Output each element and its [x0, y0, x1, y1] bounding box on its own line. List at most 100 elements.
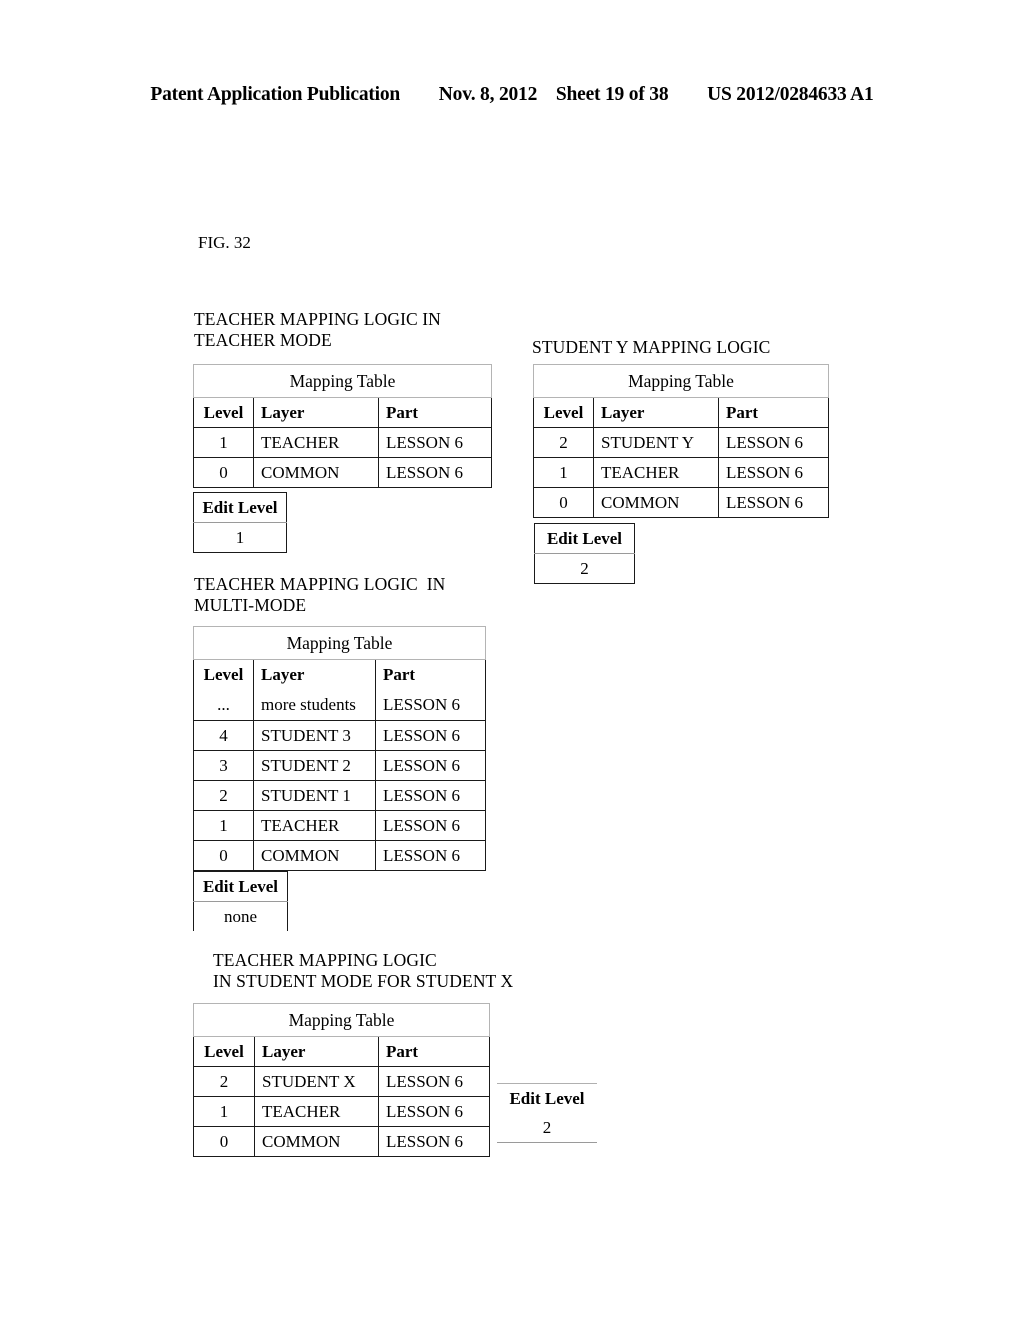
- edit-level-label: Edit Level: [193, 871, 288, 902]
- caption-teacher-mapping-logic-student-mode-student-x: TEACHER MAPPING LOGIC IN STUDENT MODE FO…: [213, 950, 514, 991]
- cell-part: LESSON 6: [375, 750, 486, 781]
- edit-level-value-row: none: [193, 901, 288, 931]
- edit-level-value: 2: [497, 1113, 597, 1143]
- cell-part: LESSON 6: [375, 720, 486, 751]
- cell-layer: STUDENT X: [254, 1066, 379, 1097]
- column-header-part: Part: [375, 659, 486, 690]
- mapping-table-title: Mapping Table: [193, 626, 486, 660]
- edit-level-box-multi-mode: Edit Level none: [193, 871, 288, 931]
- cell-part: LESSON 6: [375, 840, 486, 871]
- table-title-row: Mapping Table: [193, 1003, 490, 1037]
- table-header-row: Level Layer Part: [193, 659, 486, 690]
- cell-level: 0: [193, 457, 254, 488]
- cell-part: LESSON 6: [378, 427, 492, 458]
- cell-part: LESSON 6: [378, 457, 492, 488]
- caption-student-y-mapping-logic: STUDENT Y MAPPING LOGIC: [532, 337, 771, 357]
- cell-part: LESSON 6: [378, 1126, 490, 1157]
- column-header-layer: Layer: [253, 659, 376, 690]
- edit-level-box-student-x: Edit Level 2: [497, 1083, 597, 1143]
- column-header-layer: Layer: [254, 1036, 379, 1067]
- edit-level-label: Edit Level: [497, 1083, 597, 1113]
- cell-level: 1: [533, 457, 594, 488]
- edit-level-title-row: Edit Level: [193, 871, 288, 902]
- cell-part: LESSON 6: [375, 690, 486, 721]
- edit-level-value-row: 2: [534, 553, 635, 584]
- edit-level-value: 2: [534, 553, 635, 584]
- cell-level: 0: [533, 487, 594, 518]
- mapping-table-teacher-mode: Mapping Table Level Layer Part 1 TEACHER…: [193, 364, 492, 488]
- table-row: 0 COMMON LESSON 6: [193, 840, 486, 871]
- table-row: 3 STUDENT 2 LESSON 6: [193, 750, 486, 781]
- cell-level: 4: [193, 720, 254, 751]
- cell-layer: STUDENT 2: [253, 750, 376, 781]
- table-row: 2 STUDENT 1 LESSON 6: [193, 780, 486, 811]
- header-patent-number: US 2012/0284633 A1: [707, 84, 874, 105]
- cell-layer: COMMON: [253, 457, 379, 488]
- mapping-table-student-x: Mapping Table Level Layer Part 2 STUDENT…: [193, 1003, 490, 1157]
- table-row: 1 TEACHER LESSON 6: [193, 810, 486, 841]
- table-header-row: Level Layer Part: [193, 397, 492, 428]
- cell-part: LESSON 6: [375, 810, 486, 841]
- cell-level: 1: [193, 810, 254, 841]
- table-header-row: Level Layer Part: [193, 1036, 490, 1067]
- cell-part: LESSON 6: [375, 780, 486, 811]
- cell-layer: TEACHER: [593, 457, 719, 488]
- cell-layer: COMMON: [254, 1126, 379, 1157]
- edit-level-title-row: Edit Level: [497, 1083, 597, 1113]
- cell-layer: TEACHER: [254, 1096, 379, 1127]
- cell-part: LESSON 6: [718, 427, 829, 458]
- mapping-table-student-y: Mapping Table Level Layer Part 2 STUDENT…: [533, 364, 829, 518]
- column-header-part: Part: [378, 1036, 490, 1067]
- table-row: 0 COMMON LESSON 6: [193, 457, 492, 488]
- header-publication: Patent Application Publication: [150, 84, 401, 105]
- edit-level-value: 1: [193, 522, 287, 553]
- cell-level: ...: [193, 690, 254, 721]
- cell-layer: TEACHER: [253, 427, 379, 458]
- cell-layer: more students: [253, 690, 376, 721]
- table-row: 2 STUDENT Y LESSON 6: [533, 427, 829, 458]
- mapping-table-multi-mode: Mapping Table Level Layer Part ... more …: [193, 626, 486, 871]
- edit-level-value: none: [193, 901, 288, 931]
- edit-level-value-row: 2: [497, 1113, 597, 1143]
- table-row: 1 TEACHER LESSON 6: [193, 1096, 490, 1127]
- table-row: 1 TEACHER LESSON 6: [193, 427, 492, 458]
- table-row: 2 STUDENT X LESSON 6: [193, 1066, 490, 1097]
- caption-teacher-mapping-logic-multi-mode: TEACHER MAPPING LOGIC IN MULTI-MODE: [194, 574, 446, 615]
- table-title-row: Mapping Table: [193, 364, 492, 398]
- cell-layer: STUDENT 1: [253, 780, 376, 811]
- edit-level-value-row: 1: [193, 522, 287, 553]
- cell-level: 1: [193, 427, 254, 458]
- caption-teacher-mapping-logic-teacher-mode: TEACHER MAPPING LOGIC IN TEACHER MODE: [194, 309, 441, 350]
- table-header-row: Level Layer Part: [533, 397, 829, 428]
- table-row: ... more students LESSON 6: [193, 690, 486, 721]
- column-header-level: Level: [193, 1036, 255, 1067]
- column-header-level: Level: [193, 397, 254, 428]
- column-header-level: Level: [533, 397, 594, 428]
- cell-level: 2: [533, 427, 594, 458]
- column-header-part: Part: [718, 397, 829, 428]
- cell-layer: STUDENT 3: [253, 720, 376, 751]
- edit-level-title-row: Edit Level: [534, 523, 635, 554]
- cell-layer: STUDENT Y: [593, 427, 719, 458]
- mapping-table-title: Mapping Table: [533, 364, 829, 398]
- table-row: 0 COMMON LESSON 6: [193, 1126, 490, 1157]
- mapping-table-title: Mapping Table: [193, 364, 492, 398]
- cell-level: 1: [193, 1096, 255, 1127]
- edit-level-title-row: Edit Level: [193, 492, 287, 523]
- column-header-level: Level: [193, 659, 254, 690]
- column-header-layer: Layer: [593, 397, 719, 428]
- figure-label: FIG. 32: [198, 233, 251, 252]
- cell-level: 2: [193, 780, 254, 811]
- table-row: 4 STUDENT 3 LESSON 6: [193, 720, 486, 751]
- column-header-layer: Layer: [253, 397, 379, 428]
- mapping-table-title: Mapping Table: [193, 1003, 490, 1037]
- header-date: Nov. 8, 2012: [438, 84, 538, 105]
- table-row: 0 COMMON LESSON 6: [533, 487, 829, 518]
- edit-level-label: Edit Level: [534, 523, 635, 554]
- table-title-row: Mapping Table: [193, 626, 486, 660]
- edit-level-box-student-y: Edit Level 2: [534, 523, 635, 584]
- table-title-row: Mapping Table: [533, 364, 829, 398]
- cell-part: LESSON 6: [378, 1066, 490, 1097]
- edit-level-box-teacher-mode: Edit Level 1: [193, 492, 287, 553]
- page-header: Patent Application Publication Nov. 8, 2…: [0, 84, 1024, 106]
